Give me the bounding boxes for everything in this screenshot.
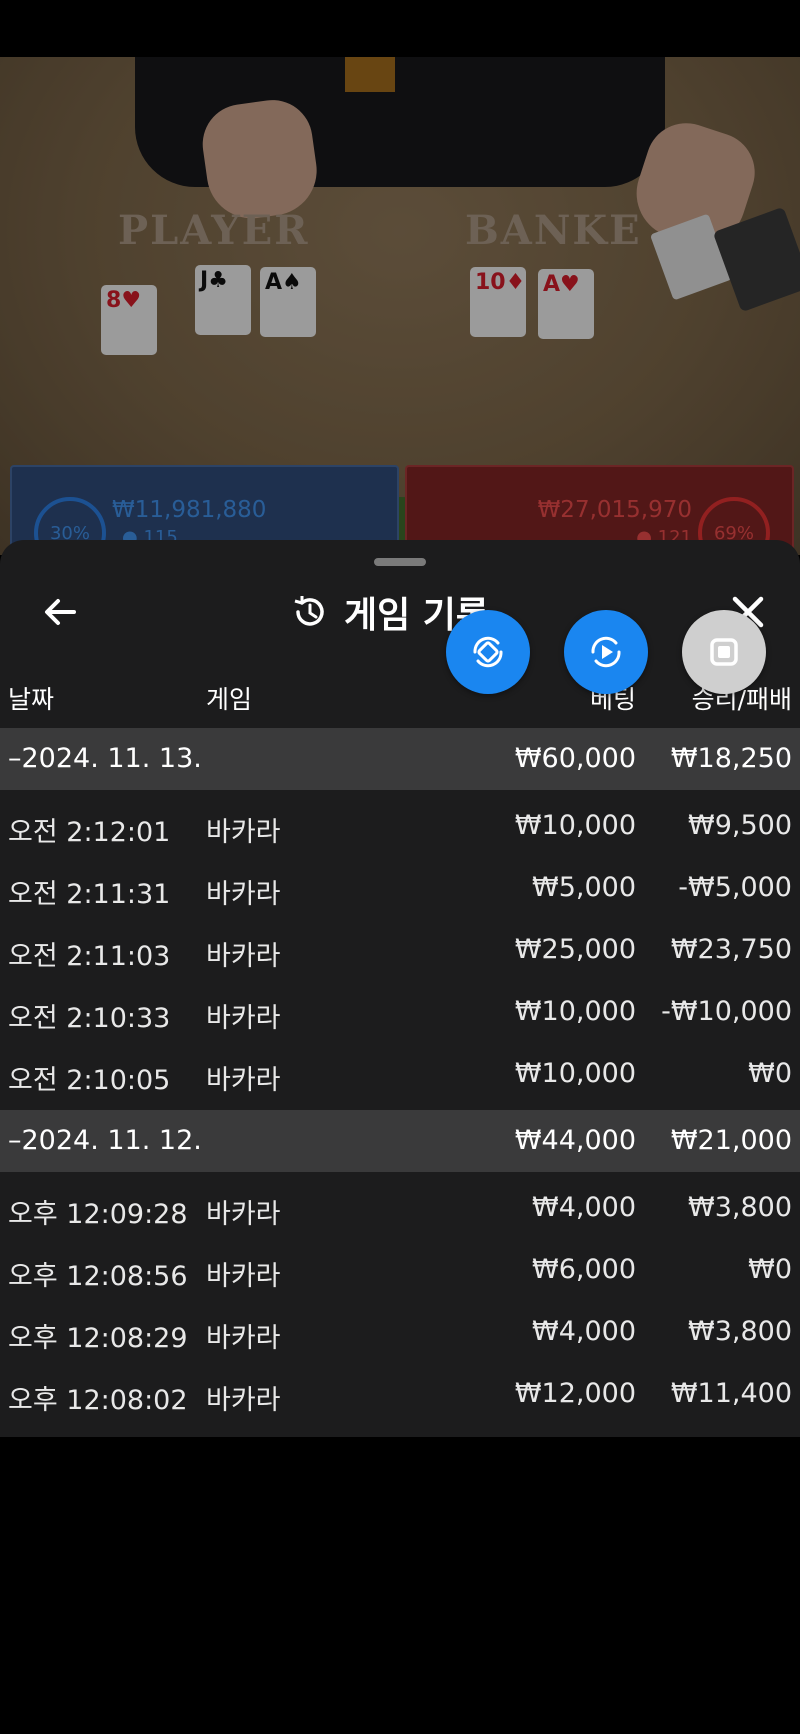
row-bet: ₩10,000 (514, 996, 636, 1027)
row-bet: ₩4,000 (532, 1316, 636, 1347)
row-bet: ₩5,000 (532, 872, 636, 903)
row-result: -₩10,000 (661, 996, 792, 1027)
row-game: 바카라 (206, 879, 281, 910)
stop-button[interactable] (682, 610, 766, 694)
row-bet: ₩4,000 (532, 1192, 636, 1223)
arrow-left-icon (45, 599, 76, 625)
row-result: ₩0 (748, 1254, 792, 1285)
row-result: ₩0 (748, 1058, 792, 1089)
row-result: -₩5,000 (678, 872, 792, 903)
row-game: 바카라 (206, 817, 281, 848)
history-row[interactable]: 오전 2:10:05 바카라 ₩10,000 ₩0 (0, 1043, 800, 1105)
row-result: ₩23,750 (670, 934, 792, 965)
rotate-screen-button[interactable] (446, 610, 530, 694)
group-bet-total: ₩44,000 (514, 1125, 636, 1156)
back-button[interactable] (30, 582, 90, 642)
column-game: 게임 (206, 685, 253, 714)
row-game: 바카라 (206, 1199, 281, 1230)
video-dim-overlay (0, 57, 800, 555)
group-date: –2024. 11. 13. (8, 743, 202, 774)
row-bet: ₩6,000 (532, 1254, 636, 1285)
row-time: 오후 12:08:56 (8, 1261, 188, 1292)
group-date: –2024. 11. 12. (8, 1125, 202, 1156)
row-game: 바카라 (206, 941, 281, 972)
history-row[interactable]: 오전 2:12:01 바카라 ₩10,000 ₩9,500 (0, 795, 800, 857)
row-time: 오전 2:11:31 (8, 879, 171, 910)
history-row[interactable]: 오후 12:08:56 바카라 ₩6,000 ₩0 (0, 1239, 800, 1301)
history-row[interactable]: 오전 2:11:03 바카라 ₩25,000 ₩23,750 (0, 919, 800, 981)
replay-button[interactable] (564, 610, 648, 694)
row-time: 오후 12:08:02 (8, 1385, 188, 1416)
group-result-total: ₩21,000 (670, 1125, 792, 1156)
row-result: ₩3,800 (688, 1192, 792, 1223)
row-bet: ₩10,000 (514, 1058, 636, 1089)
history-icon (294, 596, 324, 626)
row-result: ₩11,400 (670, 1378, 792, 1409)
row-game: 바카라 (206, 1261, 281, 1292)
row-bet: ₩12,000 (514, 1378, 636, 1409)
row-game: 바카라 (206, 1065, 281, 1096)
row-time: 오전 2:10:33 (8, 1003, 171, 1034)
sheet-drag-handle[interactable] (374, 558, 426, 566)
column-headers: 날짜 게임 베팅 승리/패배 (0, 680, 800, 720)
stop-icon (710, 638, 738, 666)
row-bet: ₩25,000 (514, 934, 636, 965)
row-time: 오전 2:10:05 (8, 1065, 171, 1096)
row-time: 오후 12:09:28 (8, 1199, 188, 1230)
row-bet: ₩10,000 (514, 810, 636, 841)
group-bet-total: ₩60,000 (514, 743, 636, 774)
live-video-feed: PLAYER BANKE 8 ♥ J ♣ A ♠ 10 ♦ A ♥ 30% ₩11,981,88… (0, 57, 800, 555)
group-result-total: ₩18,250 (670, 743, 792, 774)
history-row[interactable]: 오전 2:10:33 바카라 ₩10,000 -₩10,000 (0, 981, 800, 1043)
history-row[interactable]: 오후 12:08:29 바카라 ₩4,000 ₩3,800 (0, 1301, 800, 1363)
replay-icon (591, 636, 621, 668)
rotate-screen-icon (473, 636, 503, 668)
game-history-sheet: 게임 기록 날짜 게임 베팅 승리/패배 –2024. 11. 13. ₩60,0… (0, 540, 800, 1437)
row-result: ₩3,800 (688, 1316, 792, 1347)
row-game: 바카라 (206, 1003, 281, 1034)
row-game: 바카라 (206, 1323, 281, 1354)
row-game: 바카라 (206, 1385, 281, 1416)
column-date: 날짜 (8, 685, 55, 714)
history-row[interactable]: 오후 12:09:28 바카라 ₩4,000 ₩3,800 (0, 1177, 800, 1239)
row-time: 오후 12:08:29 (8, 1323, 188, 1354)
history-row[interactable]: 오후 12:08:02 바카라 ₩12,000 ₩11,400 (0, 1363, 800, 1425)
date-group-header[interactable]: –2024. 11. 12. ₩44,000 ₩21,000 (0, 1110, 800, 1172)
row-result: ₩9,500 (688, 810, 792, 841)
row-time: 오전 2:12:01 (8, 817, 171, 848)
date-group-header[interactable]: –2024. 11. 13. ₩60,000 ₩18,250 (0, 728, 800, 790)
row-time: 오전 2:11:03 (8, 941, 171, 972)
history-row[interactable]: 오전 2:11:31 바카라 ₩5,000 -₩5,000 (0, 857, 800, 919)
